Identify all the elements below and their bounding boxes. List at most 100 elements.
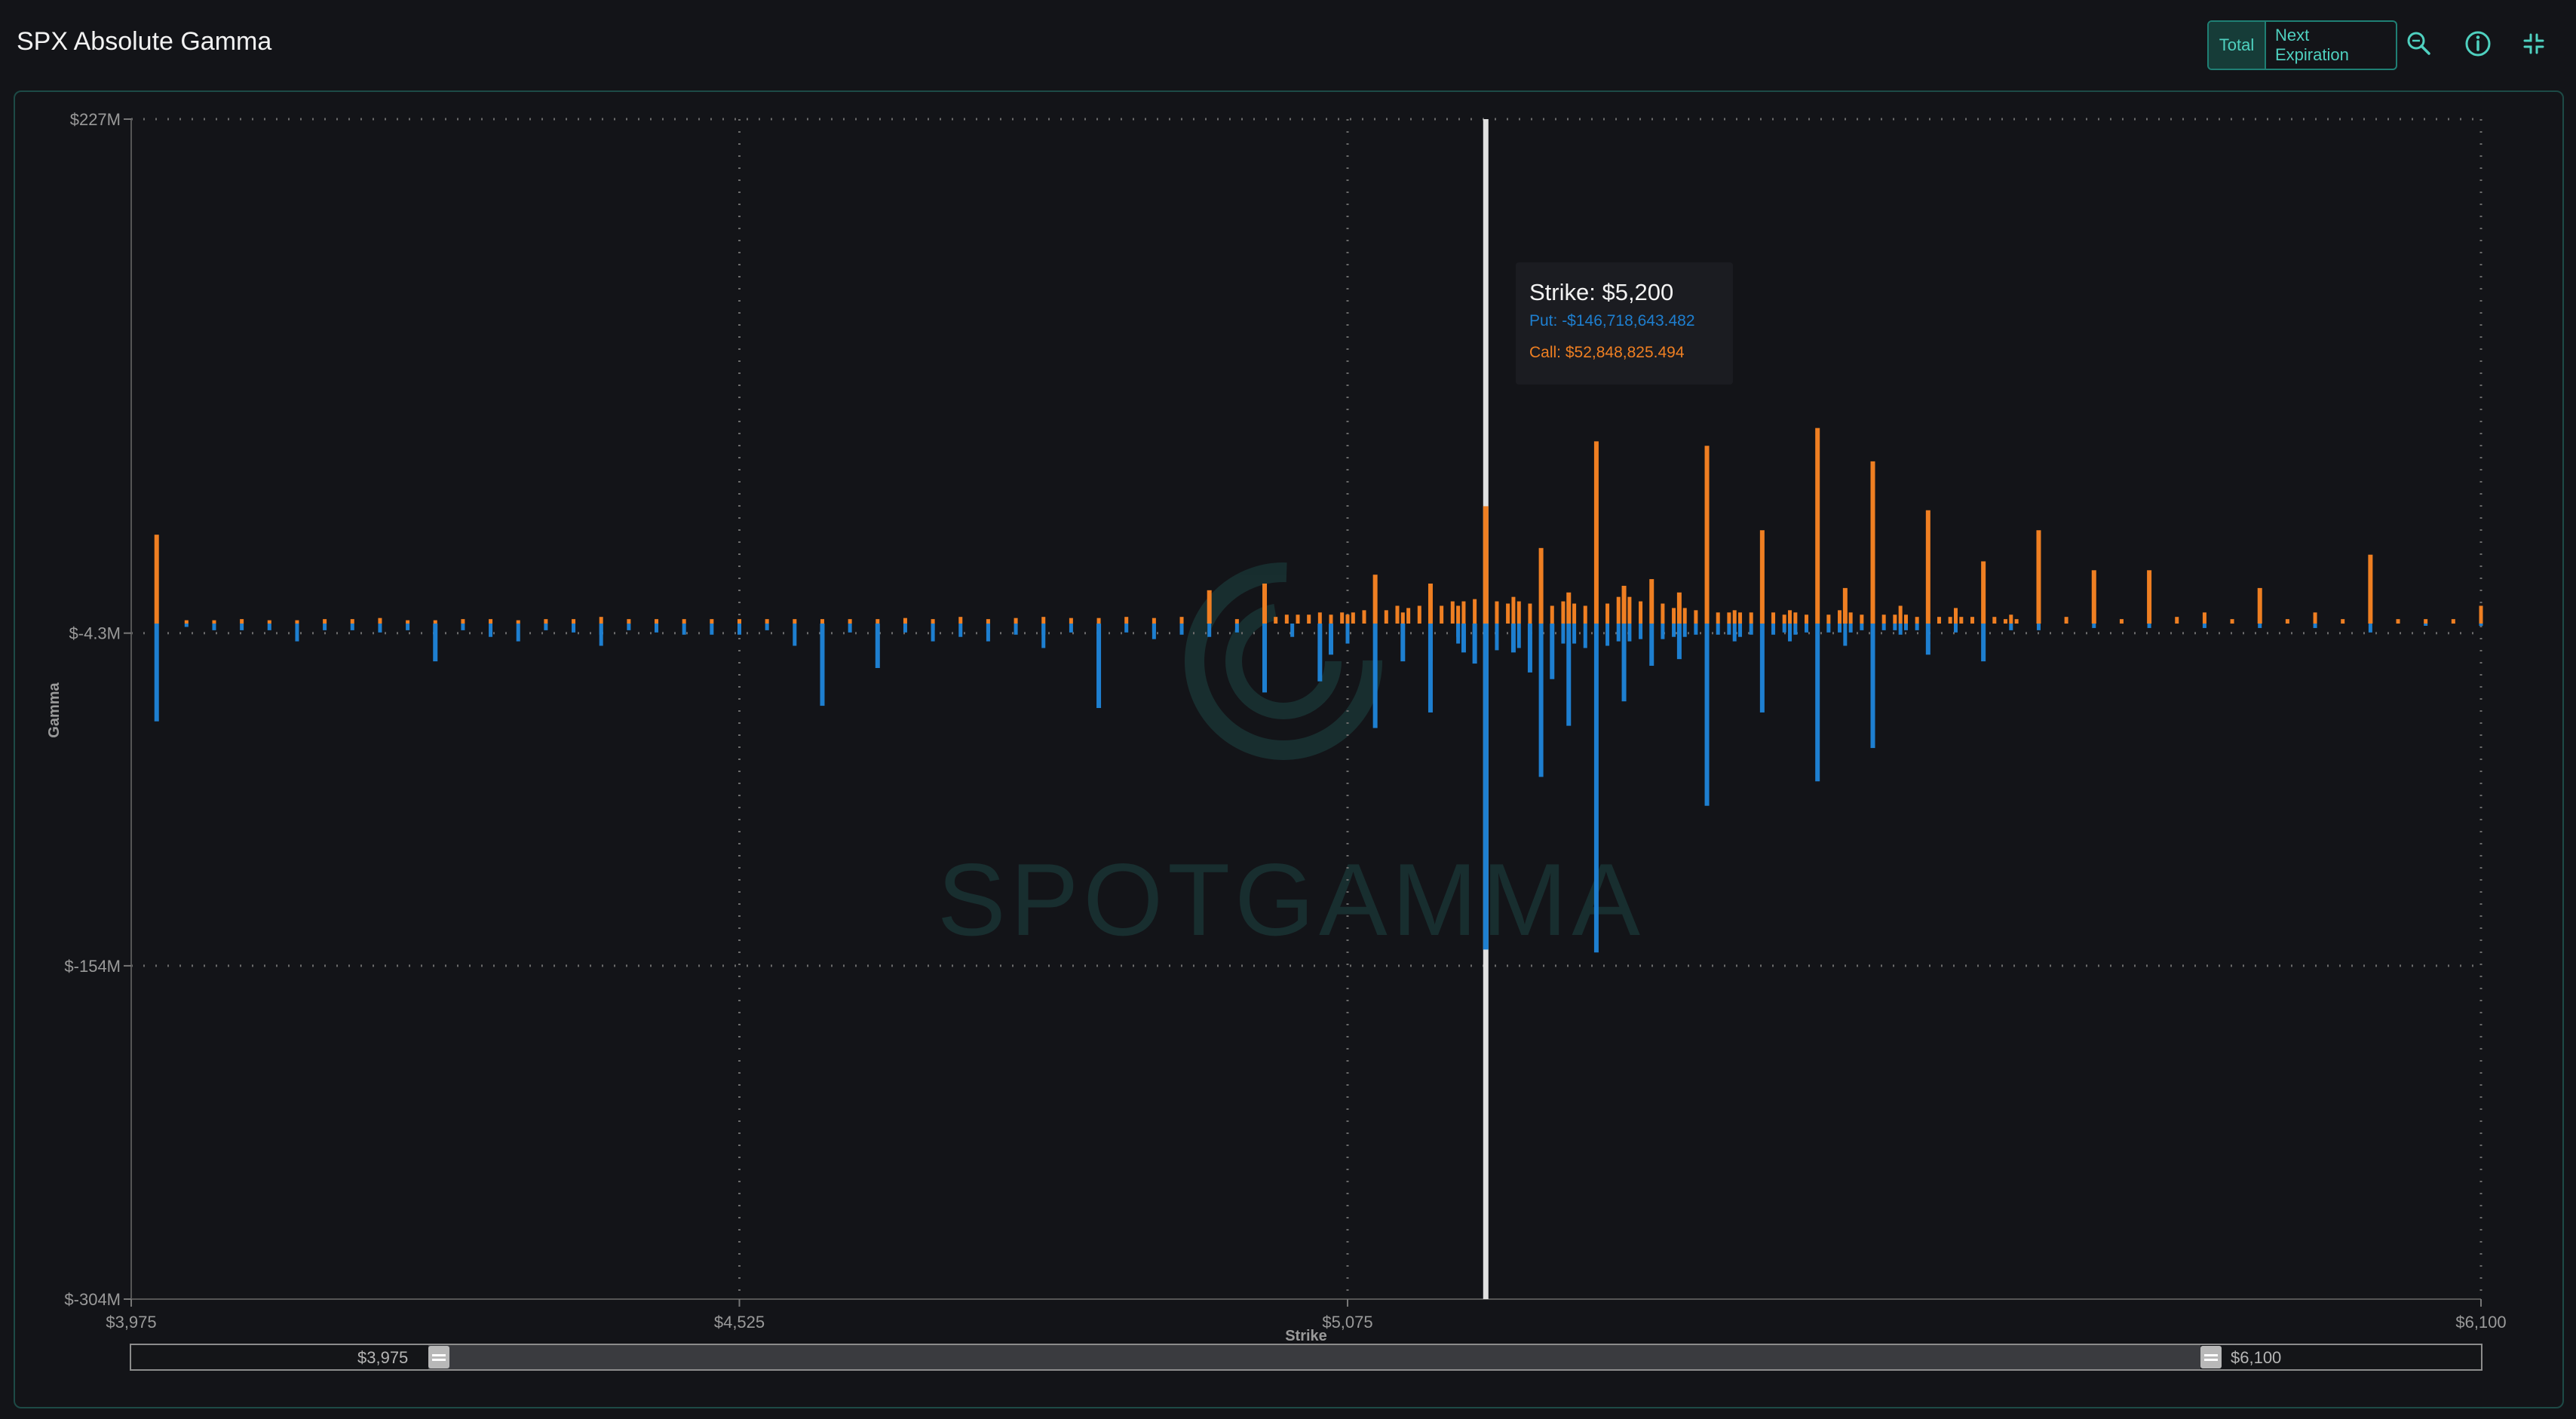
- call-gamma-bar: [1473, 599, 1477, 624]
- call-gamma-bar: [599, 617, 603, 624]
- call-gamma-bar: [1738, 612, 1743, 624]
- call-gamma-bar: [2064, 617, 2068, 624]
- call-gamma-bar: [1456, 605, 1461, 624]
- call-gamma-bar: [737, 619, 741, 624]
- call-gamma-bar: [1898, 605, 1903, 624]
- call-gamma-bar: [1732, 610, 1737, 624]
- call-gamma-bar: [2014, 619, 2019, 624]
- x-tick-label: $3,975: [106, 1313, 156, 1332]
- call-gamma-bar: [1749, 612, 1753, 624]
- call-gamma-bar: [2341, 619, 2345, 624]
- call-gamma-bar: [1372, 575, 1378, 624]
- call-gamma-bar: [1400, 612, 1405, 624]
- call-gamma-bar: [1440, 605, 1444, 624]
- put-gamma-bar: [1771, 624, 1776, 635]
- put-gamma-bar: [323, 624, 327, 630]
- call-gamma-bar: [655, 619, 659, 624]
- search-zoom-icon[interactable]: [2401, 26, 2437, 62]
- put-gamma-bar: [1428, 624, 1433, 662]
- total-toggle-button[interactable]: Total: [2209, 22, 2266, 69]
- y-tick-label: $-304M: [64, 1290, 121, 1309]
- put-gamma-bar: [1400, 624, 1406, 662]
- call-gamma-bar: [1639, 601, 1643, 624]
- put-gamma-bar: [1639, 624, 1643, 639]
- info-icon[interactable]: [2460, 26, 2496, 62]
- put-gamma-bar: [1870, 624, 1875, 749]
- call-gamma-bar: [627, 619, 631, 624]
- put-gamma-bar: [1843, 624, 1848, 646]
- call-gamma-bar: [406, 620, 410, 624]
- put-gamma-bar: [1621, 624, 1627, 702]
- range-slider-selection[interactable]: [428, 1345, 2200, 1369]
- next-expiration-toggle-button[interactable]: Next Expiration: [2266, 22, 2396, 69]
- call-gamma-bar: [1296, 614, 1300, 624]
- call-gamma-bar: [1627, 596, 1632, 624]
- put-gamma-bar: [1472, 624, 1477, 664]
- call-gamma-bar: [1788, 610, 1792, 624]
- put-gamma-bar: [1627, 624, 1632, 642]
- put-gamma-bar: [2313, 624, 2317, 628]
- call-gamma-bar: [516, 620, 520, 624]
- call-gamma-bar-highlight: [1483, 506, 1489, 624]
- call-gamma-bar: [1345, 614, 1350, 624]
- call-gamma-bar: [1616, 596, 1621, 624]
- call-gamma-bar: [1351, 612, 1355, 624]
- put-gamma-bar: [433, 624, 438, 662]
- put-gamma-bar: [1014, 624, 1018, 635]
- call-gamma-bar: [572, 619, 576, 624]
- call-gamma-bar: [1848, 612, 1853, 624]
- put-gamma-bar: [710, 624, 714, 635]
- watermark-text: SPOTGAMMA: [937, 842, 1645, 957]
- put-gamma-bar: [1782, 624, 1786, 633]
- call-gamma-bar: [1406, 608, 1411, 624]
- call-gamma-bar: [1870, 461, 1875, 624]
- put-gamma-bar: [793, 624, 797, 646]
- range-slider-right-handle[interactable]: [2200, 1346, 2222, 1368]
- put-gamma-bar: [572, 624, 576, 633]
- page-title: SPX Absolute Gamma: [17, 27, 272, 56]
- call-gamma-bar: [1152, 618, 1156, 624]
- call-gamma-bar: [1572, 603, 1577, 624]
- put-gamma-bar: [1749, 624, 1753, 635]
- call-gamma-bar: [2368, 554, 2373, 624]
- put-gamma-bar: [1345, 624, 1350, 644]
- call-gamma-bar: [489, 619, 493, 624]
- put-gamma-bar: [240, 624, 244, 630]
- call-gamma-bar: [1805, 614, 1809, 624]
- call-gamma-bar: [1948, 617, 1952, 624]
- gamma-bar-chart[interactable]: SPOTGAMMA $227M $-4.3M $-154M $-304M $3,975…: [15, 92, 2562, 1407]
- call-gamma-bar: [958, 617, 963, 624]
- call-gamma-bar: [1069, 618, 1073, 624]
- call-gamma-bar: [1516, 601, 1521, 624]
- call-gamma-bar: [931, 619, 935, 624]
- call-gamma-bar: [1041, 617, 1046, 624]
- put-gamma-bar: [267, 624, 271, 630]
- call-gamma-bar: [2313, 612, 2317, 624]
- y-axis-ticks: $227M $-4.3M $-154M $-304M: [64, 110, 131, 1309]
- put-gamma-bar: [2258, 624, 2262, 628]
- call-gamma-bar: [184, 620, 189, 624]
- put-gamma-bar: [2092, 624, 2096, 628]
- call-gamma-bar: [2091, 570, 2096, 624]
- call-gamma-bar: [848, 619, 852, 624]
- range-slider-min-label: $3,975: [357, 1348, 409, 1367]
- put-gamma-bar: [1262, 624, 1268, 693]
- put-gamma-bar: [1461, 624, 1466, 653]
- put-gamma-bar: [1572, 624, 1577, 644]
- put-gamma-bar: [1893, 624, 1897, 630]
- put-gamma-bar: [1583, 624, 1587, 648]
- put-gamma-bar: [1372, 624, 1378, 728]
- collapse-icon[interactable]: [2516, 26, 2552, 62]
- range-slider-left-handle[interactable]: [428, 1346, 449, 1368]
- range-slider[interactable]: $3,975 $6,100: [130, 1344, 2482, 1371]
- call-gamma-bar: [1716, 612, 1720, 624]
- call-gamma-bar: [1925, 510, 1930, 624]
- call-gamma-bar: [1428, 583, 1433, 624]
- call-gamma-bar: [1561, 601, 1566, 624]
- x-axis-ticks: $3,975 $4,525 $5,075 $6,100: [106, 1299, 2507, 1332]
- put-gamma-bar: [1815, 624, 1820, 782]
- put-gamma-bar: [1616, 624, 1621, 642]
- call-gamma-bar: [1682, 608, 1687, 624]
- put-gamma-bar: [489, 624, 493, 637]
- put-gamma-bar: [1456, 624, 1461, 644]
